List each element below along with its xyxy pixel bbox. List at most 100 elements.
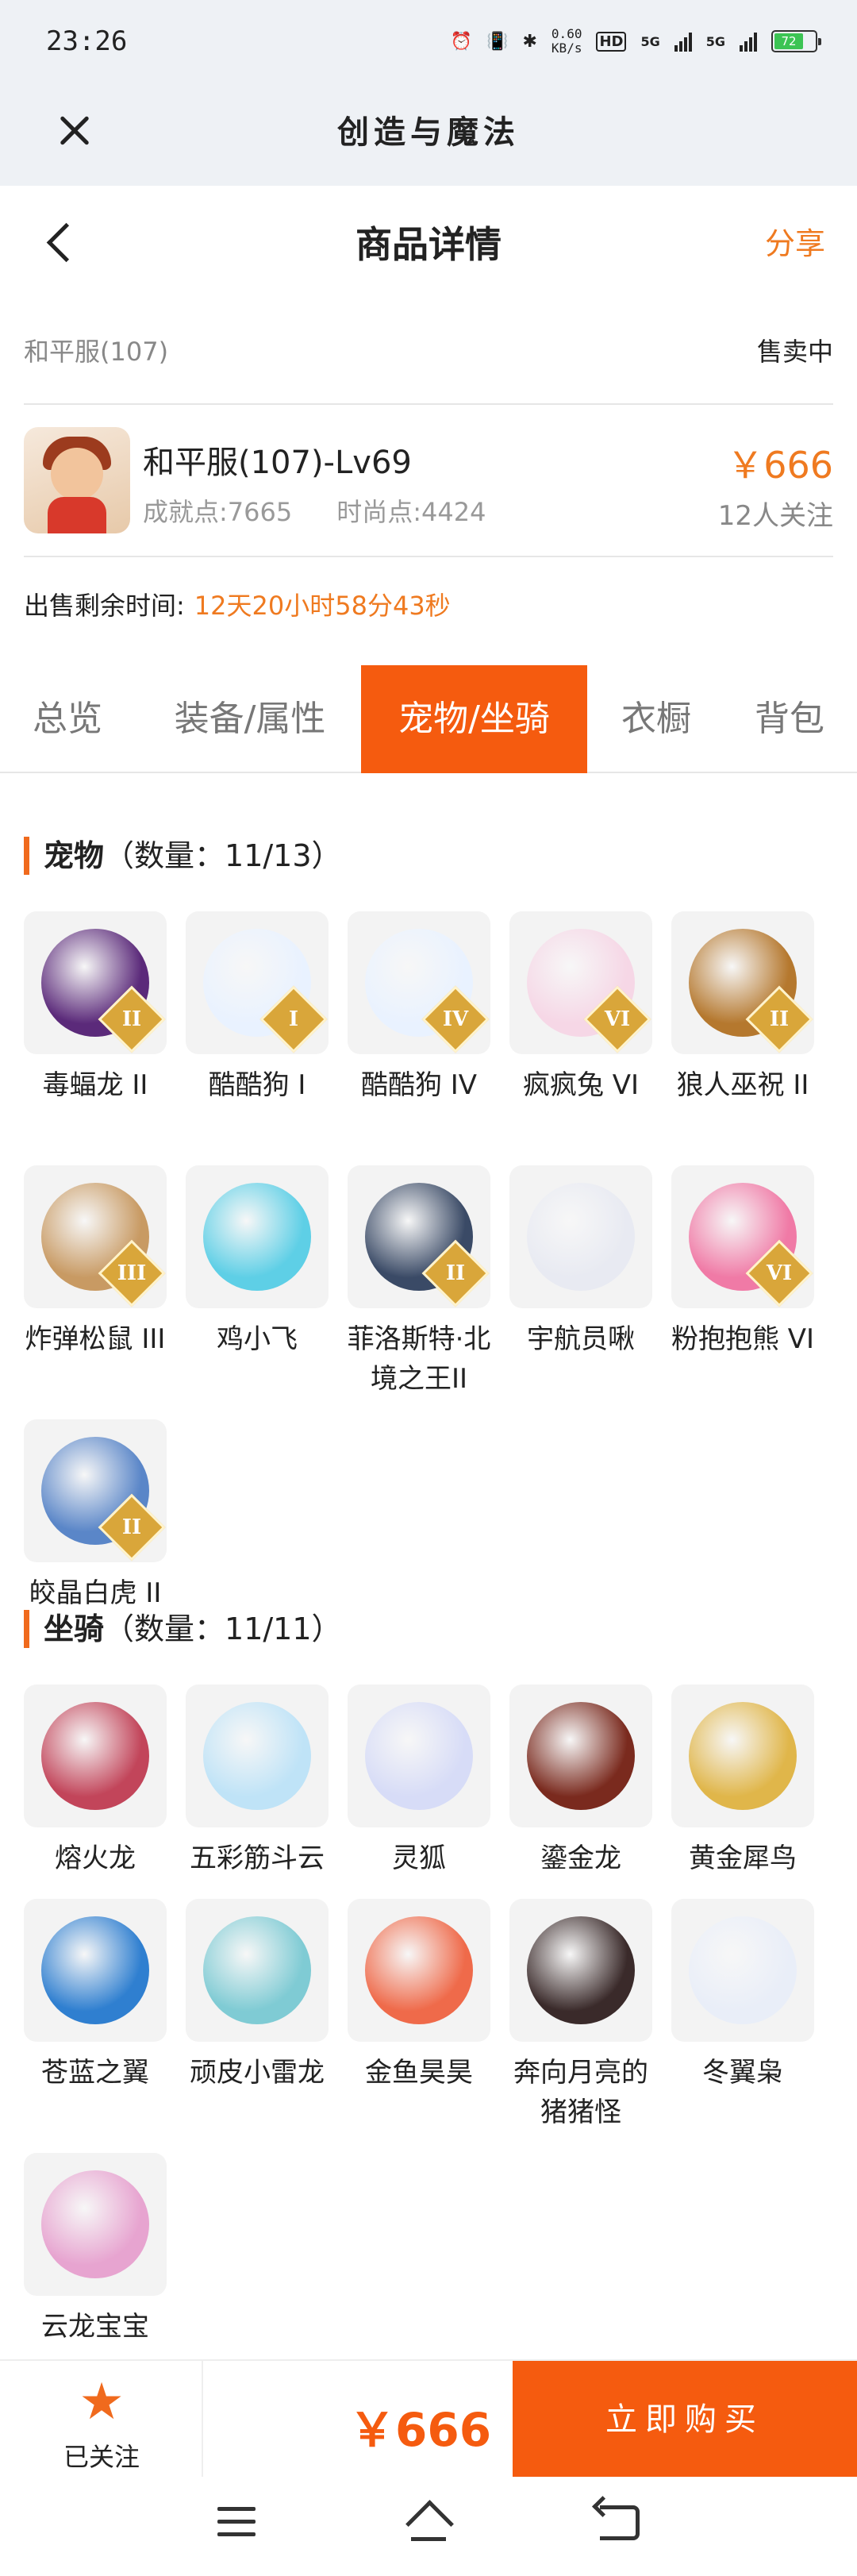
mount-item[interactable]: 黄金犀鸟 (670, 1685, 816, 1878)
mount-label: 灵狐 (392, 1842, 446, 1874)
mount-thumbnail (671, 1899, 814, 2042)
vibrate-icon: 📳 (486, 31, 509, 52)
pet-item[interactable]: IV 酷酷狗 IV (346, 911, 492, 1105)
mounts-count: （数量：11/11） (104, 1611, 342, 1646)
mount-artwork (527, 1916, 635, 2024)
pet-item[interactable]: VI 疯疯兔 VI (508, 911, 654, 1105)
pet-item[interactable]: 鸡小飞 (184, 1165, 330, 1359)
mount-item[interactable]: 苍蓝之翼 (22, 1899, 168, 2093)
mounts-section-title: 坐骑（数量：11/11） (24, 1610, 342, 1648)
mount-artwork (689, 1702, 797, 1810)
app-title: 创造与魔法 (337, 114, 520, 151)
follow-button[interactable]: ★ 已关注 (0, 2361, 203, 2478)
pet-label: 毒蝠龙 II (42, 1069, 148, 1101)
pet-item[interactable]: II 皎晶白虎 II (22, 1419, 168, 1613)
server-row: 和平服(107) 售卖中 (24, 318, 833, 405)
pet-thumbnail: VI (671, 1165, 814, 1308)
status-time: 23:26 (46, 25, 128, 57)
pet-label: 炸弹松鼠 III (25, 1323, 166, 1355)
pet-label: 皎晶白虎 II (29, 1577, 162, 1609)
app-header: 创造与魔法 (0, 87, 857, 186)
character-avatar (24, 427, 130, 533)
mount-label: 奔向月亮的猪猪怪 (513, 2057, 648, 2128)
mount-artwork (365, 1916, 473, 2024)
pets-count: （数量：11/13） (104, 838, 342, 873)
pet-thumbnail: I (186, 911, 329, 1054)
pet-item[interactable]: II 菲洛斯特·北境之王II (346, 1165, 492, 1399)
product-price: ￥666 (727, 444, 833, 487)
mount-item[interactable]: 鎏金龙 (508, 1685, 654, 1878)
mount-label: 云龙宝宝 (41, 2311, 149, 2343)
pet-artwork (527, 1183, 635, 1291)
mount-item[interactable]: 云龙宝宝 (22, 2153, 168, 2347)
pet-thumbnail (186, 1165, 329, 1308)
pet-thumbnail: VI (509, 911, 652, 1054)
hd-icon: HD (596, 31, 627, 52)
pet-artwork (203, 1183, 311, 1291)
pets-grid: II 毒蝠龙 II I 酷酷狗 I IV 酷酷狗 IV VI 疯疯兔 VI II 狼人巫祝 II I… (22, 911, 835, 1609)
pet-label: 菲洛斯特·北境之王II (347, 1323, 491, 1395)
home-icon[interactable] (405, 2501, 452, 2543)
page-nav: 商品详情 分享 (0, 186, 857, 297)
system-nav-bar (0, 2477, 857, 2576)
mount-label: 顽皮小雷龙 (190, 2057, 325, 2089)
buy-now-button[interactable]: 立即购买 (513, 2361, 857, 2478)
signal-icon-2 (740, 31, 757, 52)
mount-thumbnail (186, 1899, 329, 2042)
pet-item[interactable]: 宇航员啾 (508, 1165, 654, 1359)
tab-bar: 总览 装备/属性 宠物/坐骑 衣橱 背包 (0, 665, 857, 773)
share-button[interactable]: 分享 (765, 219, 825, 263)
pet-label: 粉抱抱熊 VI (671, 1323, 815, 1355)
status-icons: ⏰ 📳 ✱ 0.60 KB/s HD 5G 5G 72 (450, 26, 821, 56)
mount-artwork (689, 1916, 797, 2024)
pet-item[interactable]: II 狼人巫祝 II (670, 911, 816, 1105)
bluetooth-icon: ✱ (522, 31, 537, 52)
battery-icon: 72 (771, 30, 821, 52)
pet-item[interactable]: I 酷酷狗 I (184, 911, 330, 1105)
mount-item[interactable]: 熔火龙 (22, 1685, 168, 1878)
pet-thumbnail: IV (348, 911, 490, 1054)
product-name: 和平服(107)-Lv69 (143, 445, 412, 481)
pet-item[interactable]: VI 粉抱抱熊 VI (670, 1165, 816, 1359)
mount-label: 熔火龙 (55, 1842, 136, 1874)
pet-label: 鸡小飞 (217, 1323, 298, 1355)
mount-label: 冬翼枭 (702, 2057, 783, 2089)
pet-thumbnail (509, 1165, 652, 1308)
net-speed: 0.60 KB/s (551, 26, 582, 56)
menu-icon[interactable] (217, 2507, 256, 2539)
mount-item[interactable]: 顽皮小雷龙 (184, 1899, 330, 2093)
mount-label: 黄金犀鸟 (689, 1842, 797, 1874)
tab-equipment[interactable]: 装备/属性 (151, 665, 349, 773)
mount-label: 五彩筋斗云 (190, 1842, 325, 1874)
pet-label: 酷酷狗 I (208, 1069, 306, 1101)
back-nav-icon[interactable] (600, 2505, 640, 2540)
mount-artwork (365, 1702, 473, 1810)
tab-wardrobe[interactable]: 衣橱 (597, 665, 716, 773)
pet-item[interactable]: III 炸弹松鼠 III (22, 1165, 168, 1359)
bottom-bar: ★ 已关注 ￥666 立即购买 (0, 2359, 857, 2478)
tab-overview[interactable]: 总览 (0, 665, 135, 773)
pet-label: 酷酷狗 IV (360, 1069, 478, 1101)
mount-item[interactable]: 冬翼枭 (670, 1899, 816, 2093)
server-name: 和平服(107) (24, 337, 169, 367)
follower-count: 12人关注 (717, 500, 833, 532)
pet-item[interactable]: II 毒蝠龙 II (22, 911, 168, 1105)
mount-thumbnail (509, 1899, 652, 2042)
mount-thumbnail (509, 1685, 652, 1827)
mount-thumbnail (671, 1685, 814, 1827)
mount-item[interactable]: 灵狐 (346, 1685, 492, 1878)
pet-thumbnail: II (24, 911, 167, 1054)
battery-level: 72 (774, 33, 803, 49)
mount-thumbnail (24, 2153, 167, 2296)
mount-thumbnail (348, 1899, 490, 2042)
tab-backpack[interactable]: 背包 (730, 665, 849, 773)
tab-pets-mounts[interactable]: 宠物/坐骑 (361, 665, 587, 773)
top-area: 23:26 ⏰ 📳 ✱ 0.60 KB/s HD 5G 5G 72 创造与魔法 (0, 0, 857, 186)
mount-item[interactable]: 金鱼昊昊 (346, 1899, 492, 2093)
follow-label: 已关注 (63, 2442, 140, 2472)
mount-item[interactable]: 五彩筋斗云 (184, 1685, 330, 1878)
mount-item[interactable]: 奔向月亮的猪猪怪 (508, 1899, 654, 2132)
mount-artwork (41, 2170, 149, 2278)
pet-thumbnail: II (24, 1419, 167, 1562)
alarm-icon: ⏰ (450, 31, 473, 52)
